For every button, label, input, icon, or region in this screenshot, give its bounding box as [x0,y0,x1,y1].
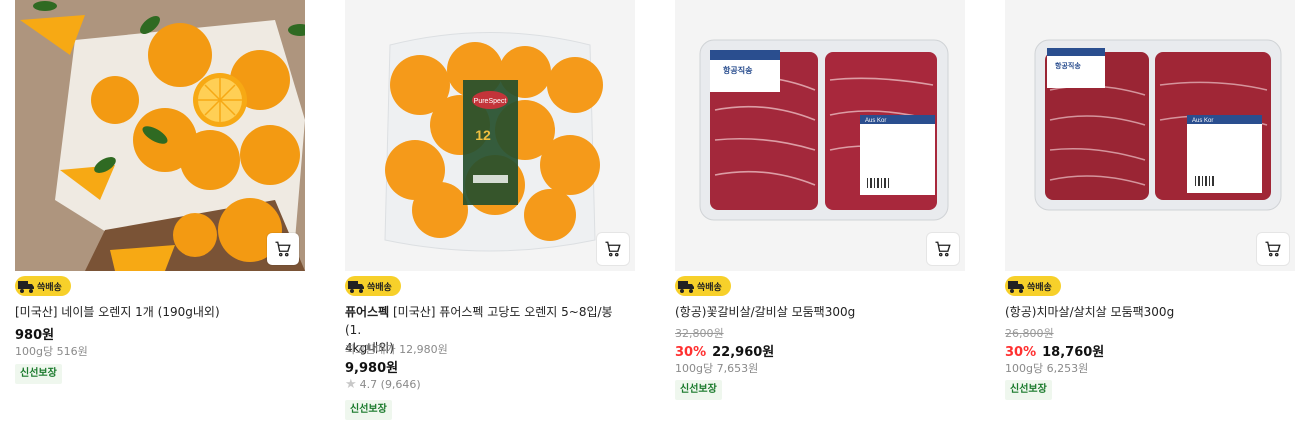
product-card-rib-mix[interactable]: 항공직송 Aus Kor 쓱배송 (항공)꽃갈비살/갈비살 모둠팩300g 32… [675,0,965,400]
product-image-rib-mix[interactable]: 항공직송 Aus Kor [675,0,965,271]
badge-label: 쓱배송 [367,282,392,293]
delivery-truck-icon [18,281,34,293]
product-title[interactable]: [미국산] 네이블 오렌지 1개 (190g내외) [15,303,220,321]
unit-price: 100g당 516원 [15,345,88,358]
discount-rate: 30% [1005,345,1037,360]
product-image-purespect-orange[interactable]: PureSpect 12 [345,0,635,271]
delivery-truck-icon [348,281,364,293]
unit-price: 100g당 7,653원 [675,362,759,375]
unit-price: 100g당 6,253원 [1005,362,1089,375]
product-title[interactable]: (항공)꽃갈비살/갈비살 모둠팩300g [675,303,855,321]
product-price: 980원 [15,328,55,343]
product-title[interactable]: (항공)치마살/살치살 모둠팩300g [1005,303,1174,321]
label-header: 항공직송 [1055,61,1081,70]
badge-label: 쓱배송 [1027,282,1052,293]
product-card-purespect-orange[interactable]: PureSpect 12 쓱배송 퓨어스펙 [미국산] 퓨어스펙 고당도 오렌지… [345,0,635,420]
badge-label: 쓱배송 [697,282,722,293]
add-to-cart-button[interactable] [267,233,299,265]
product-rating: ★ 4.7 (9,646) [345,377,421,392]
product-image-navel-orange[interactable] [15,0,305,271]
original-price: 26,800원 [1005,327,1054,340]
delivery-truck-icon [678,281,694,293]
cart-icon [605,241,621,257]
ssg-delivery-badge: 쓱배송 [675,276,731,296]
product-card-navel-orange[interactable]: 쓱배송 [미국산] 네이블 오렌지 1개 (190g내외) 980원 100g당… [15,0,305,384]
cart-icon [275,241,291,257]
original-price: 32,800원 [675,327,724,340]
product-brand: 퓨어스펙 [345,305,390,319]
star-icon: ★ [345,377,357,392]
fresh-guarantee-tag: 신선보장 [675,380,722,400]
highest-price: 최고판매가 12,980원 [345,343,448,356]
label-header: 항공직송 [723,65,753,75]
add-to-cart-button[interactable] [927,233,959,265]
ssg-delivery-badge: 쓱배송 [345,276,401,296]
discount-rate: 30% [675,345,707,360]
cart-icon [1265,241,1281,257]
product-price: 9,980원 [345,361,399,376]
fresh-guarantee-tag: 신선보장 [1005,380,1052,400]
label-brand: Aus Kor [1192,118,1213,124]
add-to-cart-button[interactable] [1257,233,1289,265]
product-price: 30% 22,960원 [675,345,775,360]
delivery-truck-icon [1008,281,1024,293]
product-card-skirt-chuck-mix[interactable]: 항공직송 Aus Kor 쓱배송 (항공)치마살/살치살 모둠팩300g 26,… [1005,0,1295,400]
fresh-guarantee-tag: 신선보장 [15,364,62,384]
badge-label: 쓱배송 [37,282,62,293]
package-brand-label: PureSpect [474,98,507,105]
package-count-label: 12 [475,127,491,143]
ssg-delivery-badge: 쓱배송 [1005,276,1061,296]
cart-icon [935,241,951,257]
add-to-cart-button[interactable] [597,233,629,265]
product-price: 30% 18,760원 [1005,345,1105,360]
label-brand: Aus Kor [865,118,886,124]
fresh-guarantee-tag: 신선보장 [345,400,392,420]
product-image-skirt-chuck-mix[interactable]: 항공직송 Aus Kor [1005,0,1295,271]
ssg-delivery-badge: 쓱배송 [15,276,71,296]
